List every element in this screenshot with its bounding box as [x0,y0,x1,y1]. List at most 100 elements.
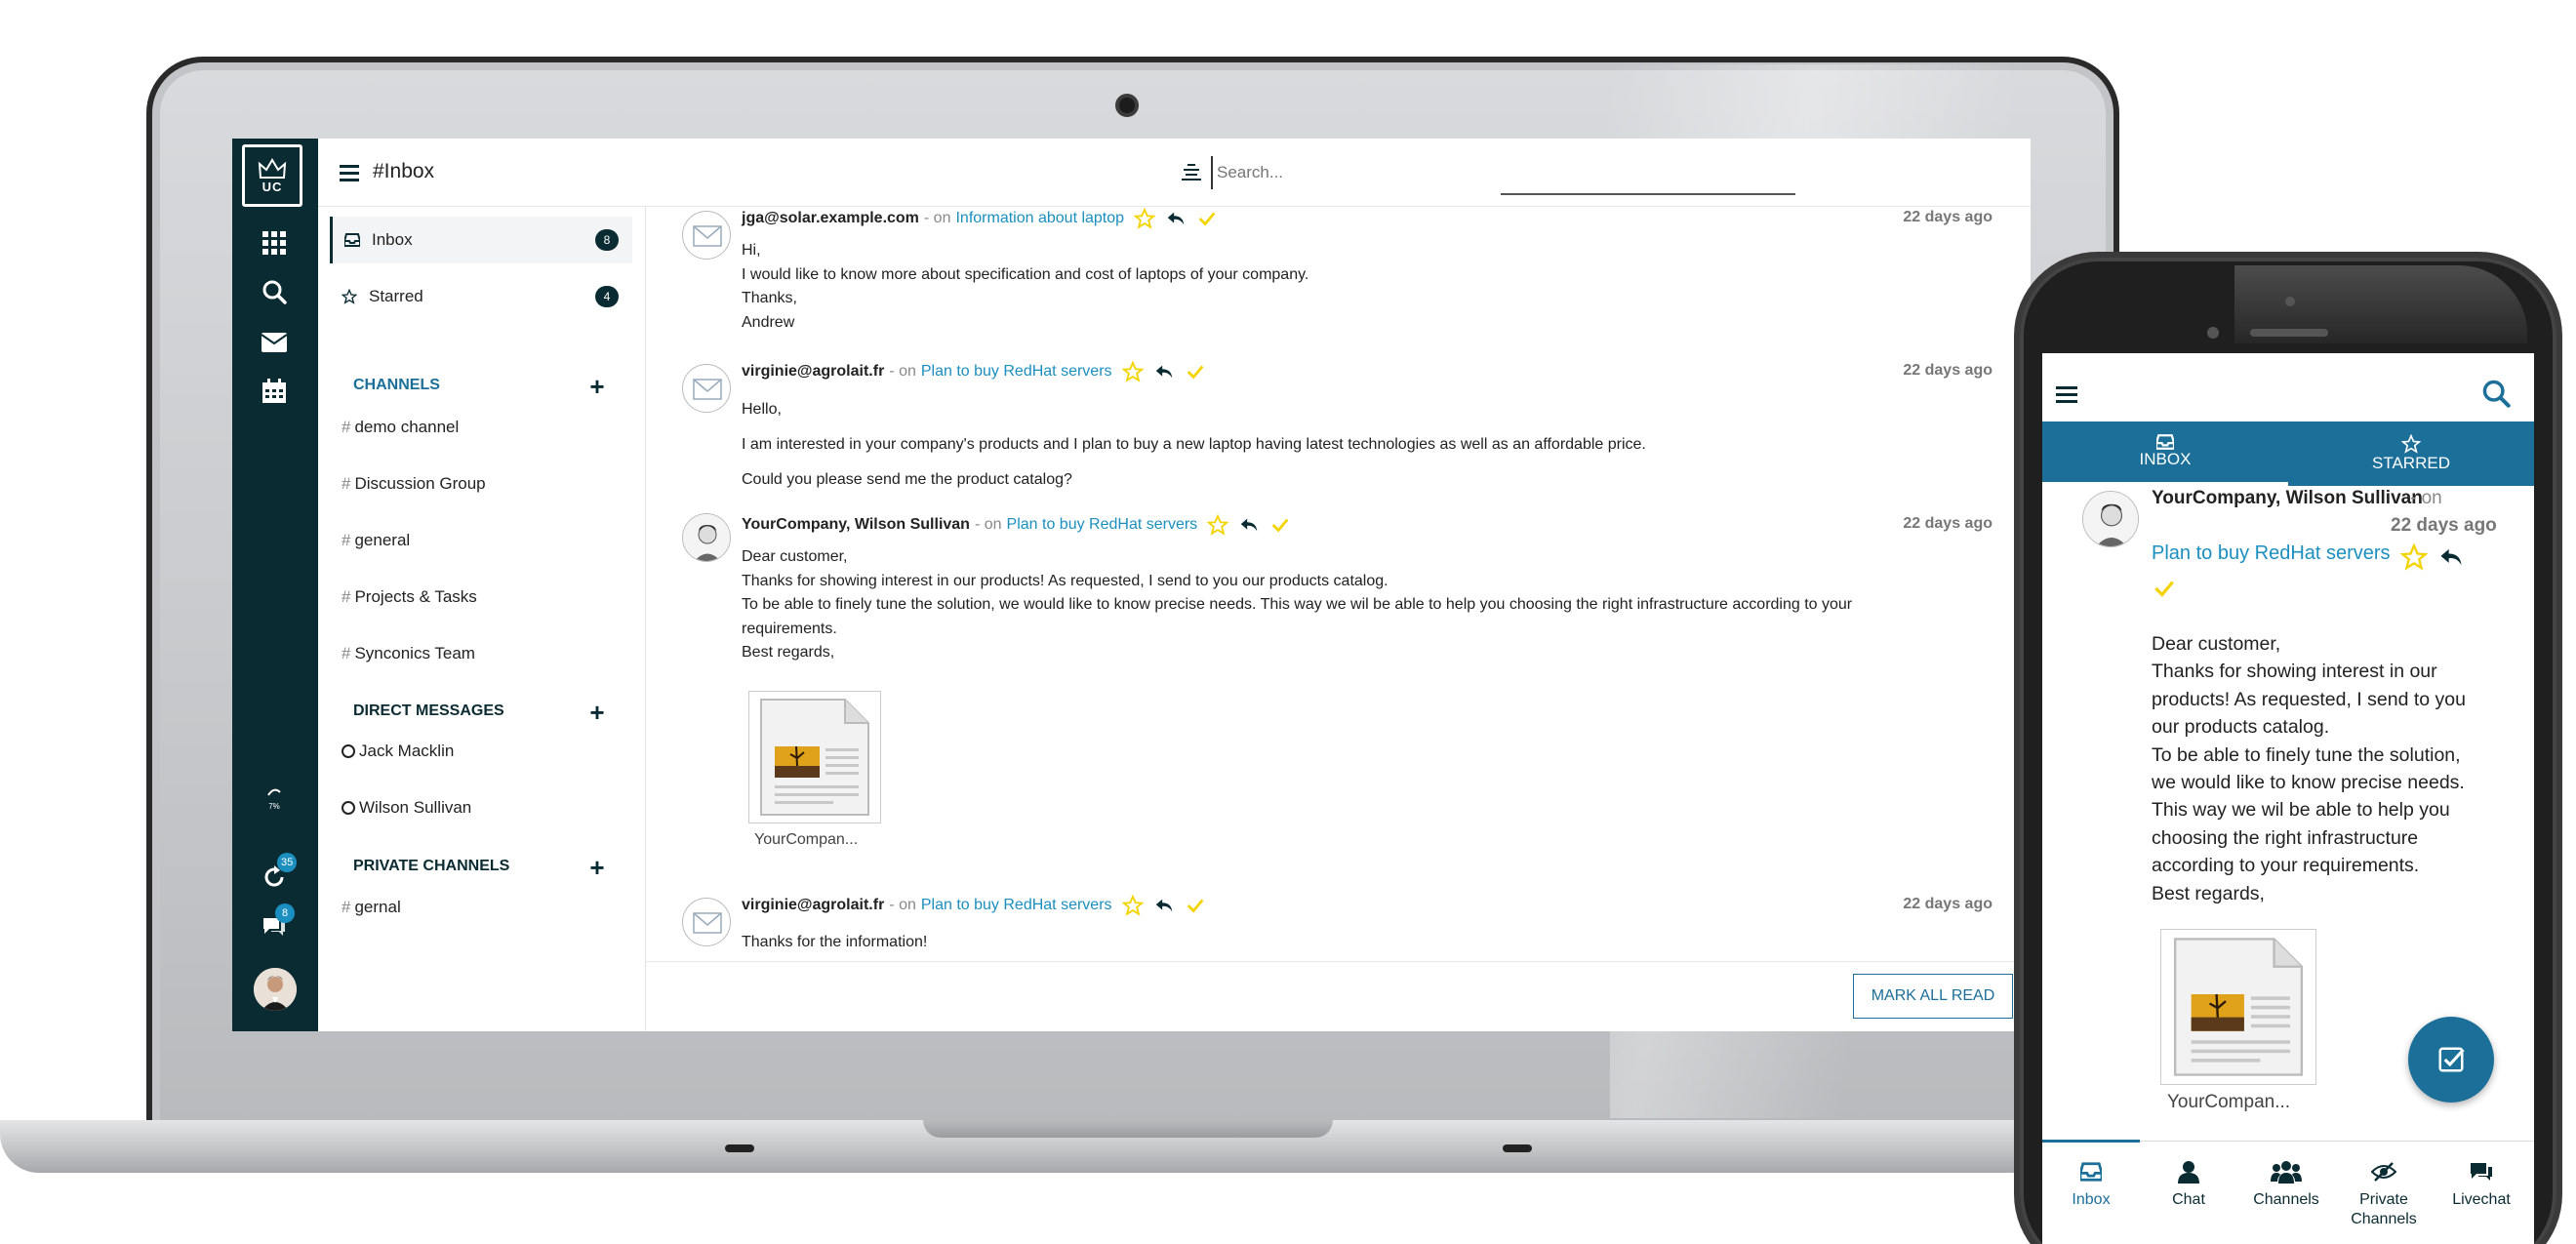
mark-done-fab[interactable] [2408,1017,2494,1103]
sidebar-channel-general[interactable]: # general [342,531,410,550]
mark-read-check-icon[interactable] [1269,514,1291,536]
inbox-icon [2080,1162,2102,1182]
sidebar-dm-jack-macklin[interactable]: Jack Macklin [342,742,454,761]
attachment-thumbnail[interactable] [748,691,881,823]
search-input[interactable] [1211,156,1709,189]
message-subject-link[interactable]: Plan to buy RedHat servers [921,363,1112,381]
channel-label: Discussion Group [354,474,486,493]
mark-read-check-icon[interactable] [1185,361,1206,382]
mark-all-read-button[interactable]: MARK ALL READ [1853,974,2013,1019]
direct-messages-header: DIRECT MESSAGES [353,702,504,719]
channel-label: gernal [354,898,401,916]
message-author: YourCompany, Wilson Sullivan [2152,488,2423,508]
star-icon[interactable] [1121,361,1144,382]
message-date: 22 days ago [2391,515,2497,536]
message-subject-link[interactable]: Plan to buy RedHat servers [1007,516,1198,534]
message-line: This way we wil be able to help you [2152,799,2450,822]
logo-text: UC [262,179,283,194]
nav-inbox[interactable]: Inbox [2042,1142,2140,1244]
nav-channels[interactable]: Channels [2237,1142,2335,1244]
reply-icon[interactable] [1153,361,1175,382]
add-private-channel-icon[interactable]: + [587,855,607,880]
nav-chat[interactable]: Chat [2140,1142,2237,1244]
message-header: YourCompany, Wilson Sullivan - on Plan t… [742,513,1291,537]
message-on-label: - on [889,897,916,913]
chat-icon[interactable]: 8 [258,903,295,943]
sidebar-item-label: Inbox [372,230,413,249]
message-subject-link[interactable]: Information about laptop [955,210,1124,227]
tab-label: STARRED [2372,454,2450,472]
sidebar-channel-projects-tasks[interactable]: # Projects & Tasks [342,587,477,607]
tab-inbox[interactable]: INBOX [2042,421,2288,486]
star-outline-icon [2401,434,2421,454]
message-date: 22 days ago [1903,209,1992,225]
hamburger-menu-icon[interactable] [2056,384,2079,406]
hamburger-menu-icon[interactable] [340,162,361,183]
user-avatar[interactable] [254,968,297,1011]
add-direct-message-icon[interactable]: + [587,700,607,725]
channel-label: demo channel [354,418,460,436]
users-group-icon [2271,1161,2302,1184]
search-icon[interactable] [258,275,291,308]
star-icon[interactable] [1134,208,1156,229]
left-rail: UC 7% 35 8 [232,139,318,1031]
mail-icon[interactable] [258,326,291,359]
hash-icon: # [342,474,351,493]
star-outline-icon [342,289,361,304]
document-image-icon [2173,938,2304,1076]
nav-label: Channels [2253,1191,2319,1208]
envelope-avatar-icon [682,364,731,413]
nav-private-channels[interactable]: Private Channels [2335,1142,2433,1244]
checkbox-check-icon [2438,1047,2465,1072]
mark-read-check-icon[interactable] [1196,208,1218,229]
search-filter-icon[interactable] [1181,162,1202,183]
message-line: Best regards, [742,644,835,661]
envelope-avatar-icon [682,211,731,260]
reply-icon[interactable] [2437,543,2465,571]
reply-icon[interactable] [1165,208,1187,229]
phone-speaker [2250,329,2328,337]
message-line: Best regards, [2152,882,2265,904]
channel-label: general [354,531,411,549]
chat-bubbles-icon [2471,1163,2492,1181]
sidebar-item-starred[interactable]: Starred 4 [330,273,632,320]
search-icon[interactable] [2481,379,2511,408]
add-channel-icon[interactable]: + [587,374,607,399]
mark-read-check-icon[interactable] [1185,895,1206,916]
envelope-avatar-icon [682,898,731,946]
message-body: Thanks for the information! [742,931,1995,955]
reply-icon[interactable] [1153,895,1175,916]
message-author: virginie@agrolait.fr [742,363,885,380]
message-subject-link[interactable]: Plan to buy RedHat servers [921,897,1112,914]
mark-read-check-icon[interactable] [2152,576,2177,601]
calendar-icon[interactable] [258,375,291,408]
sidebar-private-gernal[interactable]: # gernal [342,898,401,917]
message-line: Hello, [742,401,782,418]
mobile-app-screen: INBOX STARRED YourCompany, Wilson Sulliv… [2042,353,2534,1244]
nav-livechat[interactable]: Livechat [2433,1142,2530,1244]
starred-count-badge: 4 [595,286,619,307]
sidebar-item-inbox[interactable]: Inbox 8 [330,217,632,263]
crown-icon [258,157,287,179]
reply-icon[interactable] [1238,514,1260,536]
attachment-name[interactable]: YourCompan... [754,831,858,849]
apps-grid-icon[interactable] [258,226,291,260]
sidebar-channel-synconics-team[interactable]: # Synconics Team [342,644,475,663]
star-icon[interactable] [1121,895,1144,916]
sidebar-dm-wilson-sullivan[interactable]: Wilson Sullivan [342,798,471,818]
hash-icon: # [342,644,351,662]
hash-icon: # [342,418,351,436]
star-icon[interactable] [1207,514,1229,536]
tab-starred[interactable]: STARRED [2288,421,2534,486]
message-subject-link[interactable]: Plan to buy RedHat servers [2152,542,2391,565]
message-line: Dear customer, [742,548,848,565]
attachment-name[interactable]: YourCompan... [2167,1092,2290,1113]
refresh-icon[interactable]: 35 [258,853,298,894]
sidebar-channel-demo-channel[interactable]: # demo channel [342,418,459,437]
message-date: 22 days ago [1903,896,1992,912]
sidebar-channel-discussion-group[interactable]: # Discussion Group [342,474,486,494]
app-logo[interactable]: UC [242,144,302,207]
inbox-count-badge: 8 [595,229,619,251]
attachment-thumbnail[interactable] [2160,929,2316,1085]
star-icon[interactable] [2400,543,2428,571]
